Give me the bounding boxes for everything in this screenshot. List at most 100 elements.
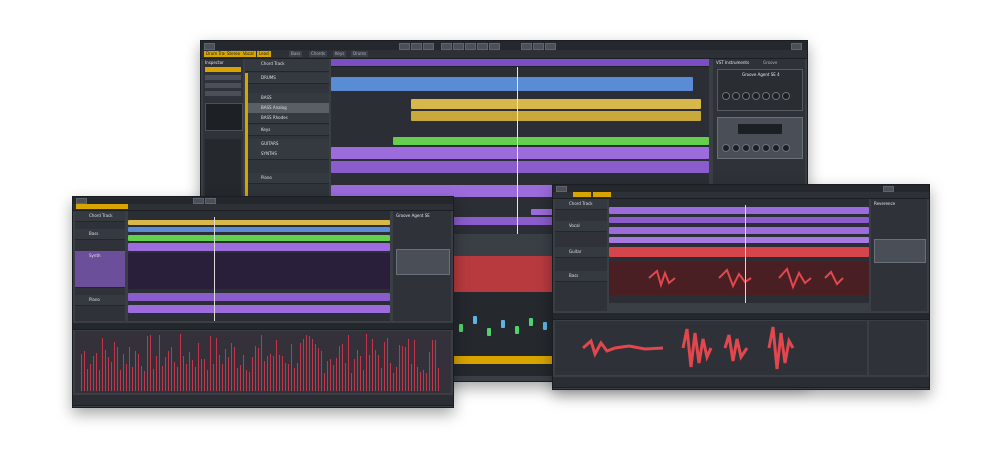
velocity-bar[interactable] [84, 351, 85, 391]
velocity-bar[interactable] [258, 348, 259, 391]
track-keys[interactable]: Keys [245, 125, 329, 136]
velocity-bar[interactable] [201, 359, 202, 391]
velocity-bar[interactable] [174, 362, 175, 391]
velocity-bar[interactable] [333, 365, 334, 391]
synth-knob-4[interactable] [752, 144, 760, 152]
synth-clip-1[interactable] [331, 147, 709, 159]
right-audio-clip[interactable] [609, 261, 869, 295]
velocity-bar[interactable] [321, 351, 322, 391]
groove-agent-plugin[interactable]: Groove Agent SE 4 [717, 69, 803, 111]
left-purple-clip-2[interactable] [128, 293, 390, 301]
tab-drums[interactable]: Drums [351, 51, 369, 57]
velocity-bar[interactable] [336, 358, 337, 391]
velocity-bar[interactable] [270, 354, 271, 391]
right-tab-2[interactable] [593, 192, 611, 197]
velocity-bar[interactable] [171, 347, 172, 391]
tab-lead[interactable]: Lead [257, 51, 271, 57]
velocity-bar[interactable] [366, 334, 367, 391]
velocity-bar[interactable] [264, 361, 265, 391]
velocity-bar[interactable] [282, 356, 283, 391]
left-yellow-clip[interactable] [128, 220, 390, 225]
left-track-chord[interactable]: Chord Track [75, 211, 125, 222]
velocity-bar[interactable] [255, 346, 256, 391]
velocity-bar[interactable] [342, 344, 343, 391]
right-track-guitar[interactable]: Guitar [555, 247, 607, 258]
velocity-bar[interactable] [189, 352, 190, 391]
right-purple-clip-4[interactable] [609, 237, 869, 243]
track-bass-rhodes[interactable]: BASS Rhodes [245, 113, 329, 124]
right-arrangement[interactable] [609, 205, 869, 303]
guitar-clip[interactable] [393, 137, 709, 145]
vst-groove-tab[interactable]: Groove [763, 60, 777, 65]
velocity-bar[interactable] [234, 347, 235, 391]
left-purple-clip-3[interactable] [128, 305, 390, 313]
edit-button[interactable] [423, 43, 434, 50]
right-track-chord[interactable]: Chord Track [555, 199, 607, 210]
velocity-bar[interactable] [435, 340, 436, 391]
velocity-bar[interactable] [144, 371, 145, 391]
velocity-bar[interactable] [162, 366, 163, 391]
velocity-bar[interactable] [438, 368, 439, 391]
velocity-bar[interactable] [213, 364, 214, 391]
velocity-bar[interactable] [216, 338, 217, 391]
window-layout-button[interactable] [791, 43, 802, 50]
velocity-bar[interactable] [306, 335, 307, 391]
channel-fader-3[interactable] [487, 328, 491, 336]
track-chord[interactable]: Chord Track [245, 59, 329, 72]
inspector-input-field[interactable] [205, 83, 241, 88]
velocity-bar[interactable] [417, 367, 418, 391]
velocity-bar[interactable] [243, 355, 244, 391]
channel-fader-5[interactable] [515, 326, 519, 334]
velocity-bar[interactable] [102, 338, 103, 391]
channel-fader-6[interactable] [529, 318, 533, 326]
velocity-bar[interactable] [120, 370, 121, 391]
velocity-bar[interactable] [240, 365, 241, 391]
track-synths[interactable]: SYNTHS [245, 149, 329, 160]
velocity-bar[interactable] [231, 343, 232, 391]
inspector-track-name[interactable] [205, 67, 241, 72]
tool-select-button[interactable] [441, 43, 452, 50]
right-playhead[interactable] [745, 205, 746, 303]
velocity-bar[interactable] [165, 357, 166, 391]
velocity-bar[interactable] [99, 370, 100, 391]
velocity-bar[interactable] [363, 370, 364, 391]
left-track-bass[interactable]: Bass [75, 229, 125, 240]
velocity-bar[interactable] [150, 335, 151, 391]
velocity-bar[interactable] [207, 370, 208, 391]
left-blue-clip[interactable] [128, 227, 390, 232]
velocity-bar[interactable] [357, 350, 358, 391]
velocity-bar[interactable] [399, 345, 400, 391]
activate-button[interactable] [399, 43, 410, 50]
tab-vocal[interactable]: Vocal [241, 51, 256, 57]
velocity-bar[interactable] [303, 339, 304, 391]
velocity-bar[interactable] [192, 360, 193, 391]
velocity-bar[interactable] [369, 355, 370, 391]
velocity-bar[interactable] [390, 363, 391, 391]
velocity-bar[interactable] [375, 350, 376, 391]
velocity-bar[interactable] [315, 344, 316, 391]
tab-keys[interactable]: Keys [333, 51, 347, 57]
track-piano[interactable]: Piano [245, 173, 329, 184]
velocity-bar[interactable] [360, 356, 361, 391]
velocity-bar[interactable] [249, 372, 250, 391]
left-arrangement[interactable] [128, 217, 390, 321]
velocity-bar[interactable] [408, 339, 409, 391]
velocity-bar[interactable] [105, 350, 106, 391]
tab-stereo[interactable]: Stereo [225, 51, 243, 57]
velocity-bar[interactable] [114, 342, 115, 391]
velocity-bar[interactable] [312, 339, 313, 391]
velocity-bar[interactable] [168, 351, 169, 391]
velocity-bar[interactable] [81, 354, 82, 391]
quantize-button[interactable] [545, 43, 556, 50]
tool-erase-button[interactable] [489, 43, 500, 50]
channel-fader-1[interactable] [459, 324, 463, 332]
velocity-bar[interactable] [108, 357, 109, 391]
velocity-bar[interactable] [297, 363, 298, 391]
solo-button[interactable] [411, 43, 422, 50]
velocity-bar[interactable] [222, 364, 223, 391]
velocity-bar[interactable] [153, 369, 154, 391]
playhead-cursor[interactable] [517, 67, 518, 234]
velocity-bar[interactable] [141, 366, 142, 391]
velocity-bar[interactable] [300, 343, 301, 391]
velocity-bar[interactable] [96, 353, 97, 391]
